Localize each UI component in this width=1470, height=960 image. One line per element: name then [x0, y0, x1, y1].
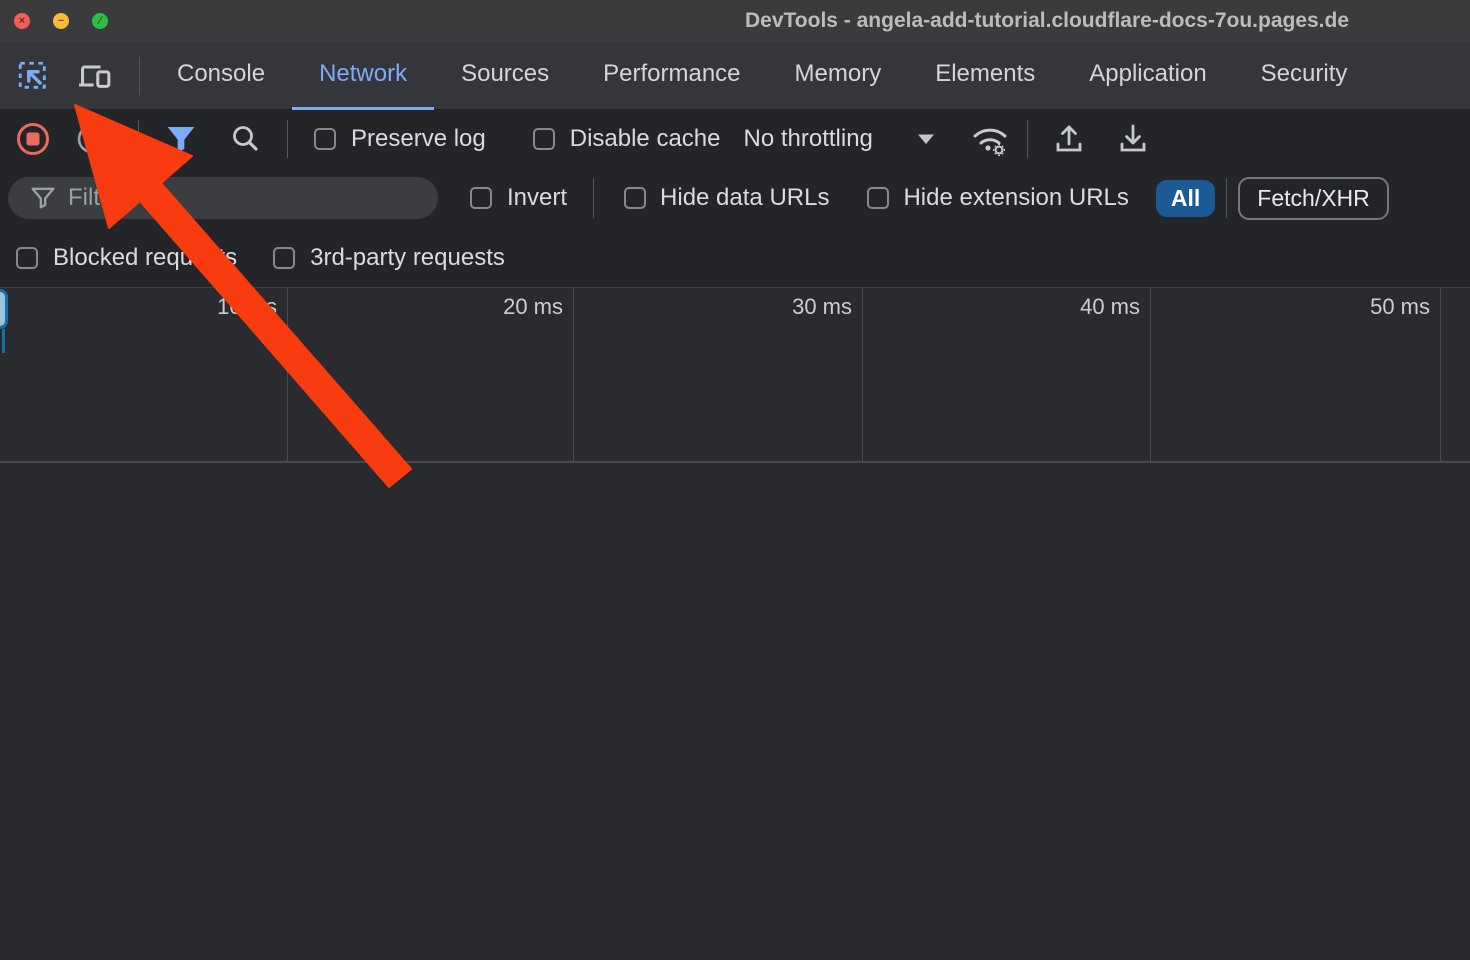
divider [139, 57, 140, 95]
preserve-log-checkbox[interactable] [314, 128, 336, 150]
minimize-button[interactable]: − [53, 13, 69, 29]
inspect-element-button[interactable] [11, 54, 55, 98]
timeline-gridline [287, 288, 288, 461]
download-icon [1116, 122, 1150, 156]
filter-input[interactable] [68, 184, 398, 212]
tab-memory[interactable]: Memory [768, 42, 909, 110]
network-overview-timeline[interactable]: 10 ms 20 ms 30 ms 40 ms 50 ms [0, 287, 1470, 463]
search-icon [229, 123, 261, 155]
third-party-requests-checkbox[interactable] [273, 247, 295, 269]
blocked-requests-label: Blocked requests [53, 244, 237, 272]
network-toolbar: Preserve log Disable cache No throttling [0, 110, 1470, 168]
traffic-lights: × − ∕ [14, 13, 108, 29]
timeline-gridline [1150, 288, 1151, 461]
overview-drag-handle[interactable] [0, 289, 8, 329]
invert-checkbox[interactable] [470, 187, 492, 209]
record-network-log-button[interactable] [16, 122, 50, 156]
funnel-icon [165, 124, 197, 154]
zoom-button[interactable]: ∕ [92, 13, 108, 29]
timeline-gridline [862, 288, 863, 461]
timeline-tick-label: 40 ms [1030, 294, 1140, 320]
hide-data-urls-label: Hide data URLs [660, 184, 829, 212]
disable-cache-label: Disable cache [570, 125, 721, 153]
network-conditions-button[interactable] [969, 121, 1011, 157]
upload-icon [1052, 122, 1086, 156]
request-type-chip-all[interactable]: All [1156, 180, 1215, 217]
divider [287, 120, 288, 158]
tab-sources[interactable]: Sources [434, 42, 576, 110]
filter-input-container[interactable] [8, 177, 438, 219]
divider [1027, 120, 1028, 158]
overview-drag-handle-stem [2, 329, 5, 353]
export-har-button[interactable] [1116, 122, 1150, 156]
timeline-gridline [1440, 288, 1441, 461]
blocked-requests-checkbox[interactable] [16, 247, 38, 269]
filter-toggle-button[interactable] [165, 124, 197, 154]
timeline-gridline [573, 288, 574, 461]
network-filter-bar-second-row: Blocked requests 3rd-party requests [0, 228, 1470, 287]
hide-extension-urls-checkbox[interactable] [867, 187, 889, 209]
device-toolbar-icon [77, 59, 113, 93]
disable-cache-checkbox[interactable] [533, 128, 555, 150]
hide-extension-urls-label: Hide extension URLs [903, 184, 1128, 212]
third-party-requests-label: 3rd-party requests [310, 244, 505, 272]
chevron-down-icon [917, 133, 935, 145]
titlebar: × − ∕ DevTools - angela-add-tutorial.clo… [0, 0, 1470, 42]
throttling-select[interactable]: No throttling [743, 125, 872, 153]
wifi-gear-icon [969, 121, 1011, 157]
devtools-window: × − ∕ DevTools - angela-add-tutorial.clo… [0, 0, 1470, 960]
funnel-outline-icon [30, 186, 56, 210]
inspect-cursor-icon [16, 59, 50, 93]
tab-security[interactable]: Security [1234, 42, 1375, 110]
invert-label: Invert [507, 184, 567, 212]
timeline-tick-label: 10 ms [167, 294, 277, 320]
close-button[interactable]: × [14, 13, 30, 29]
network-filter-bar: Invert Hide data URLs Hide extension URL… [0, 168, 1470, 228]
tab-elements[interactable]: Elements [908, 42, 1062, 110]
tab-application[interactable]: Application [1062, 42, 1233, 110]
divider [138, 120, 139, 158]
divider [1226, 178, 1227, 218]
window-title: DevTools - angela-add-tutorial.cloudflar… [745, 0, 1349, 42]
preserve-log-label: Preserve log [351, 125, 486, 153]
tab-network[interactable]: Network [292, 42, 434, 110]
tab-console[interactable]: Console [150, 42, 292, 110]
search-button[interactable] [229, 123, 261, 155]
request-type-chip-fetch-xhr[interactable]: Fetch/XHR [1238, 177, 1388, 220]
devtools-tabbar: Console Network Sources Performance Memo… [0, 42, 1470, 110]
requests-panel-empty: Recording network activity… Perform a re… [0, 463, 1470, 960]
clear-network-log-button[interactable] [76, 123, 108, 155]
toggle-device-toolbar-button[interactable] [73, 54, 117, 98]
panel-tabs: Console Network Sources Performance Memo… [150, 42, 1374, 110]
timeline-tick-label: 20 ms [453, 294, 563, 320]
tab-performance[interactable]: Performance [576, 42, 767, 110]
import-har-button[interactable] [1052, 122, 1086, 156]
hide-data-urls-checkbox[interactable] [624, 187, 646, 209]
timeline-tick-label: 30 ms [742, 294, 852, 320]
timeline-tick-label: 50 ms [1320, 294, 1430, 320]
throttling-dropdown-button[interactable] [917, 133, 935, 145]
divider [593, 178, 594, 218]
